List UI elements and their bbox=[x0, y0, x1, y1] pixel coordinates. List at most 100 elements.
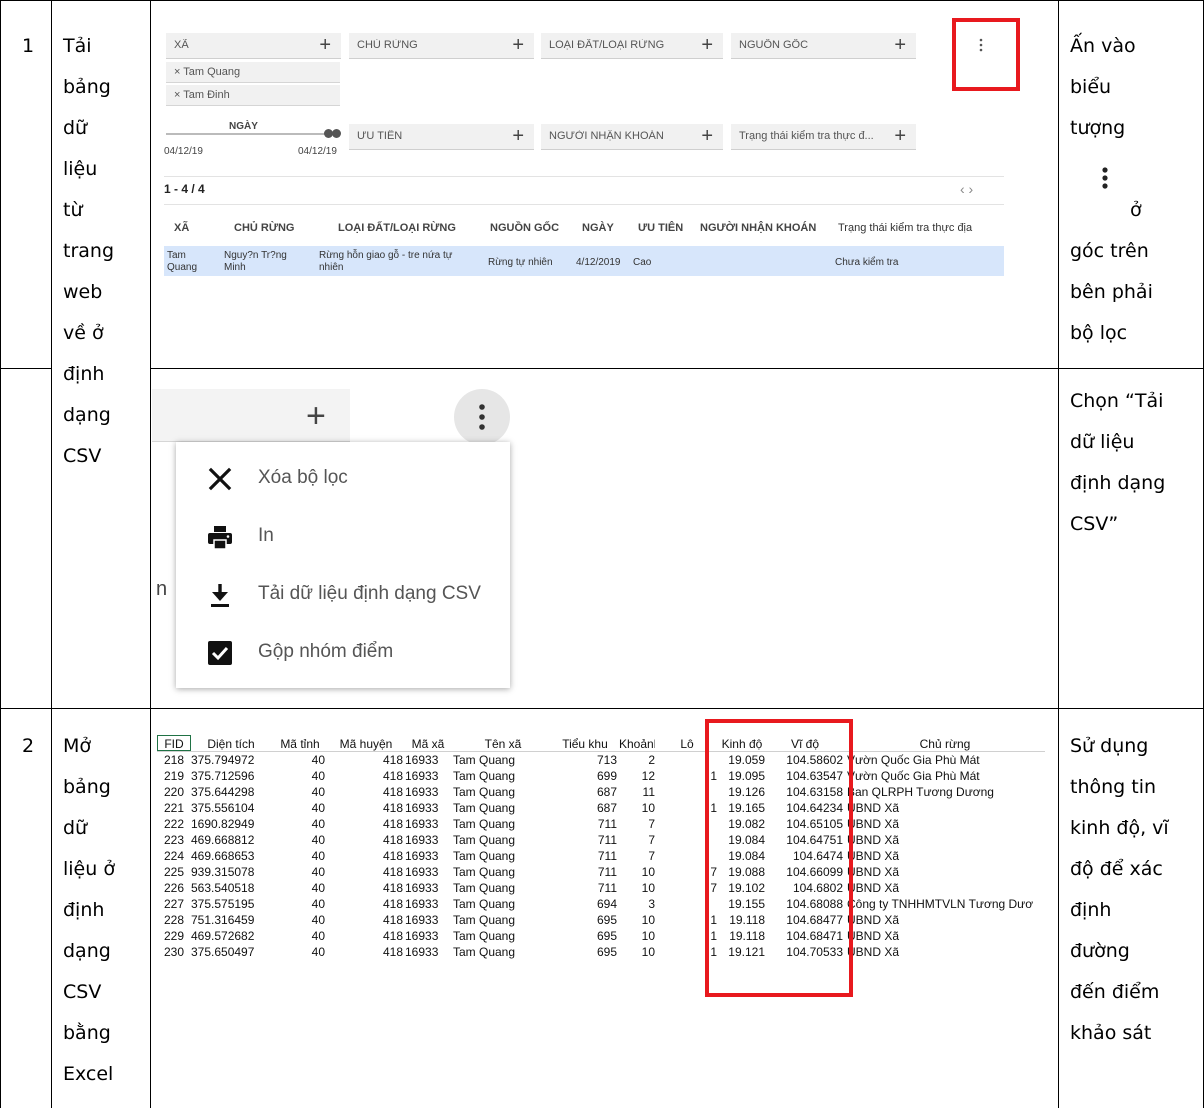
cell-ma-huyen[interactable]: 418 bbox=[329, 832, 403, 848]
table-row[interactable]: 220 375.644298 40 418 16933 Tam Quang 687 11 19.… bbox=[157, 784, 1045, 800]
cell-ma-tinh[interactable]: 40 bbox=[275, 784, 325, 800]
cell-chu-rung[interactable]: UBND Xã bbox=[847, 832, 1043, 848]
cell-tieu-khu[interactable]: 711 bbox=[553, 880, 617, 896]
column-header[interactable]: NGUỒN GỐC bbox=[490, 222, 559, 234]
filter-chip-nguoi-nhan-khoan[interactable]: NGƯỜI NHẬN KHOÁN + bbox=[541, 124, 723, 150]
cell-dien-tich[interactable]: 375.712596 bbox=[191, 768, 271, 784]
cell-tieu-khu[interactable]: 699 bbox=[553, 768, 617, 784]
column-header[interactable]: NGƯỜI NHẬN KHOÁN bbox=[700, 222, 816, 234]
cell-ma-tinh[interactable]: 40 bbox=[275, 928, 325, 944]
cell-dien-tich[interactable]: 563.540518 bbox=[191, 880, 271, 896]
cell-dien-tich[interactable]: 469.572682 bbox=[191, 928, 271, 944]
table-row[interactable]: 224 469.668653 40 418 16933 Tam Quang 711 7 19.0… bbox=[157, 848, 1045, 864]
spreadsheet-header-row[interactable]: FID Diện tích Mã tỉnh Mã huyện Mã xã Tên xã Ti… bbox=[157, 736, 1045, 752]
slider-handle[interactable] bbox=[332, 129, 341, 138]
cell-ma-huyen[interactable]: 418 bbox=[329, 864, 403, 880]
cell-chu-rung[interactable]: Vườn Quốc Gia Phù Mát bbox=[847, 768, 1043, 784]
cell-ma-xa[interactable]: 16933 bbox=[405, 928, 451, 944]
cell-ma-xa[interactable]: 16933 bbox=[405, 784, 451, 800]
cell-ma-xa[interactable]: 16933 bbox=[405, 832, 451, 848]
cell-fid[interactable]: 228 bbox=[159, 912, 189, 928]
cell-ten-xa[interactable]: Tam Quang bbox=[453, 880, 553, 896]
selected-tag[interactable]: × Tam Đinh bbox=[166, 85, 340, 106]
cell-ten-xa[interactable]: Tam Quang bbox=[453, 896, 553, 912]
cell-fid[interactable]: 225 bbox=[159, 864, 189, 880]
cell-ma-tinh[interactable]: 40 bbox=[275, 864, 325, 880]
cell-ma-xa[interactable]: 16933 bbox=[405, 896, 451, 912]
cell-ma-xa[interactable]: 16933 bbox=[405, 880, 451, 896]
cell-dien-tich[interactable]: 469.668653 bbox=[191, 848, 271, 864]
cell-chu-rung[interactable]: UBND Xã bbox=[847, 848, 1043, 864]
pager-arrows[interactable]: ‹ › bbox=[960, 181, 973, 197]
cell-dien-tich[interactable]: 375.575195 bbox=[191, 896, 271, 912]
date-range-slider[interactable] bbox=[166, 133, 339, 135]
menu-item-group-points[interactable]: Gộp nhóm điểm bbox=[176, 624, 510, 682]
column-header[interactable]: XÃ bbox=[174, 222, 189, 234]
cell-ma-xa[interactable]: 16933 bbox=[405, 848, 451, 864]
table-row[interactable]: 227 375.575195 40 418 16933 Tam Quang 694 3 19.1… bbox=[157, 896, 1045, 912]
table-row[interactable]: 222 1690.82949 40 418 16933 Tam Quang 711 7 19.0… bbox=[157, 816, 1045, 832]
cell-fid[interactable]: 221 bbox=[159, 800, 189, 816]
table-row[interactable]: 230 375.650497 40 418 16933 Tam Quang 695 10 1 19… bbox=[157, 944, 1045, 960]
cell-fid[interactable]: 219 bbox=[159, 768, 189, 784]
cell-chu-rung[interactable]: Công ty TNHHMTVLN Tương Dươ bbox=[847, 896, 1043, 912]
menu-item-clear-filter[interactable]: Xóa bộ lọc bbox=[176, 450, 510, 508]
filter-chip-xa[interactable]: XÃ + bbox=[166, 33, 341, 59]
cell-khoanh[interactable]: 10 bbox=[619, 864, 655, 880]
add-icon[interactable]: + bbox=[319, 34, 331, 56]
menu-item-download-csv[interactable]: Tải dữ liệu định dạng CSV bbox=[176, 566, 510, 624]
cell-ma-tinh[interactable]: 40 bbox=[275, 816, 325, 832]
column-header[interactable]: Trạng thái kiểm tra thực địa bbox=[838, 222, 972, 234]
cell-ten-xa[interactable]: Tam Quang bbox=[453, 912, 553, 928]
cell-chu-rung[interactable]: UBND Xã bbox=[847, 928, 1043, 944]
add-icon[interactable]: + bbox=[512, 125, 524, 147]
column-header[interactable]: LOẠI ĐẤT/LOẠI RỪNG bbox=[338, 222, 456, 234]
filter-chip-trang-thai[interactable]: Trạng thái kiểm tra thực đ... + bbox=[731, 124, 916, 150]
cell-chu-rung[interactable]: UBND Xã bbox=[847, 912, 1043, 928]
add-icon[interactable]: + bbox=[701, 125, 713, 147]
cell-fid[interactable]: 230 bbox=[159, 944, 189, 960]
cell-tieu-khu[interactable]: 711 bbox=[553, 832, 617, 848]
cell-ma-tinh[interactable]: 40 bbox=[275, 880, 325, 896]
cell-tieu-khu[interactable]: 711 bbox=[553, 816, 617, 832]
selected-tag[interactable]: × Tam Quang bbox=[166, 62, 340, 83]
cell-ma-tinh[interactable]: 40 bbox=[275, 768, 325, 784]
cell-ten-xa[interactable]: Tam Quang bbox=[453, 944, 553, 960]
cell-khoanh[interactable]: 11 bbox=[619, 784, 655, 800]
cell-ma-huyen[interactable]: 418 bbox=[329, 816, 403, 832]
cell-khoanh[interactable]: 10 bbox=[619, 800, 655, 816]
cell-fid[interactable]: 224 bbox=[159, 848, 189, 864]
cell-khoanh[interactable]: 10 bbox=[619, 928, 655, 944]
cell-tieu-khu[interactable]: 695 bbox=[553, 944, 617, 960]
cell-ten-xa[interactable]: Tam Quang bbox=[453, 864, 553, 880]
cell-khoanh[interactable]: 7 bbox=[619, 816, 655, 832]
cell-ma-xa[interactable]: 16933 bbox=[405, 944, 451, 960]
cell-dien-tich[interactable]: 1690.82949 bbox=[191, 816, 271, 832]
cell-ten-xa[interactable]: Tam Quang bbox=[453, 928, 553, 944]
cell-dien-tich[interactable]: 469.668812 bbox=[191, 832, 271, 848]
cell-ma-tinh[interactable]: 40 bbox=[275, 832, 325, 848]
cell-ten-xa[interactable]: Tam Quang bbox=[453, 800, 553, 816]
filter-chip-loai-dat[interactable]: LOẠI ĐẤT/LOẠI RỪNG + bbox=[541, 33, 723, 59]
cell-ma-huyen[interactable]: 418 bbox=[329, 752, 403, 768]
filter-chip-uu-tien[interactable]: ƯU TIÊN + bbox=[349, 124, 534, 150]
cell-ten-xa[interactable]: Tam Quang bbox=[453, 768, 553, 784]
cell-tieu-khu[interactable]: 687 bbox=[553, 800, 617, 816]
cell-ma-tinh[interactable]: 40 bbox=[275, 896, 325, 912]
cell-tieu-khu[interactable]: 687 bbox=[553, 784, 617, 800]
cell-chu-rung[interactable]: Vườn Quốc Gia Phù Mát bbox=[847, 752, 1043, 768]
cell-khoanh[interactable]: 12 bbox=[619, 768, 655, 784]
cell-ma-huyen[interactable]: 418 bbox=[329, 784, 403, 800]
cell-chu-rung[interactable]: Ban QLRPH Tương Dương bbox=[847, 784, 1043, 800]
cell-tieu-khu[interactable]: 694 bbox=[553, 896, 617, 912]
cell-khoanh[interactable]: 10 bbox=[619, 912, 655, 928]
cell-dien-tich[interactable]: 751.316459 bbox=[191, 912, 271, 928]
cell-ma-huyen[interactable]: 418 bbox=[329, 928, 403, 944]
vertical-dots-icon[interactable] bbox=[978, 38, 984, 52]
cell-fid[interactable]: 227 bbox=[159, 896, 189, 912]
cell-khoanh[interactable]: 10 bbox=[619, 944, 655, 960]
cell-tieu-khu[interactable]: 711 bbox=[553, 848, 617, 864]
cell-chu-rung[interactable]: UBND Xã bbox=[847, 816, 1043, 832]
cell-tieu-khu[interactable]: 713 bbox=[553, 752, 617, 768]
column-header-ma-huyen[interactable]: Mã huyện bbox=[329, 736, 403, 752]
